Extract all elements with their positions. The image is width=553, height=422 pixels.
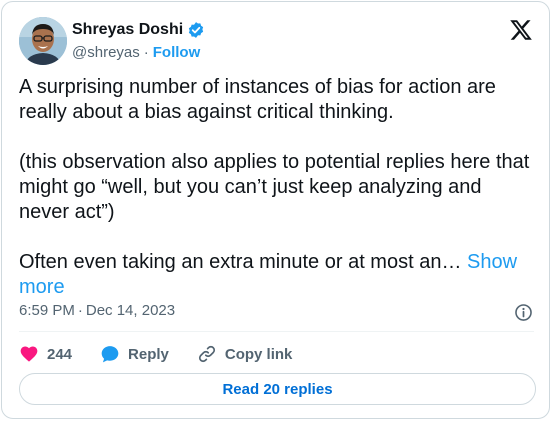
author-name-row: Shreyas Doshi <box>72 19 205 41</box>
tweet-paragraph: Often even taking an extra minute or at … <box>19 251 462 273</box>
read-replies-button[interactable]: Read 20 replies <box>19 373 536 405</box>
tweet-paragraph: (this observation also applies to potent… <box>19 151 530 223</box>
tweet-paragraph: A surprising number of instances of bias… <box>19 76 496 123</box>
reply-button[interactable]: Reply <box>100 344 169 364</box>
author-block: Shreyas Doshi @shreyas · Follow <box>72 19 205 63</box>
tweet-text: A surprising number of instances of bias… <box>19 75 534 300</box>
author-avatar[interactable] <box>19 17 67 65</box>
reply-label: Reply <box>128 345 169 363</box>
tweet-timestamp[interactable]: 6:59 PM · Dec 14, 2023 <box>19 302 175 319</box>
tweet-paragraph-truncated: Often even taking an extra minute or at … <box>19 250 534 300</box>
copy-link-label: Copy link <box>224 345 293 363</box>
verified-badge-icon <box>187 21 205 39</box>
tweet-card: Shreyas Doshi @shreyas · Follow A surpri… <box>1 1 550 419</box>
info-icon[interactable] <box>514 303 533 322</box>
link-icon <box>198 345 215 363</box>
author-handle-row: @shreyas · Follow <box>72 41 205 63</box>
tweet-date: Dec 14, 2023 <box>85 302 176 319</box>
tweet-actions: 244 Reply Copy link <box>19 342 320 366</box>
author-handle[interactable]: @shreyas <box>72 44 140 61</box>
tweet-time: 6:59 PM <box>19 302 75 319</box>
author-name[interactable]: Shreyas Doshi <box>72 21 183 39</box>
speech-bubble-icon <box>101 346 119 363</box>
avatar-image <box>19 17 67 65</box>
heart-icon <box>20 346 38 362</box>
x-logo-icon[interactable] <box>508 18 534 42</box>
like-count: 244 <box>47 345 73 363</box>
follow-button[interactable]: Follow <box>153 44 201 61</box>
divider <box>19 331 534 332</box>
timestamp-separator: · <box>77 302 83 319</box>
handle-separator: · <box>143 43 149 61</box>
copy-link-button[interactable]: Copy link <box>197 344 293 364</box>
like-button[interactable]: 244 <box>19 344 72 364</box>
